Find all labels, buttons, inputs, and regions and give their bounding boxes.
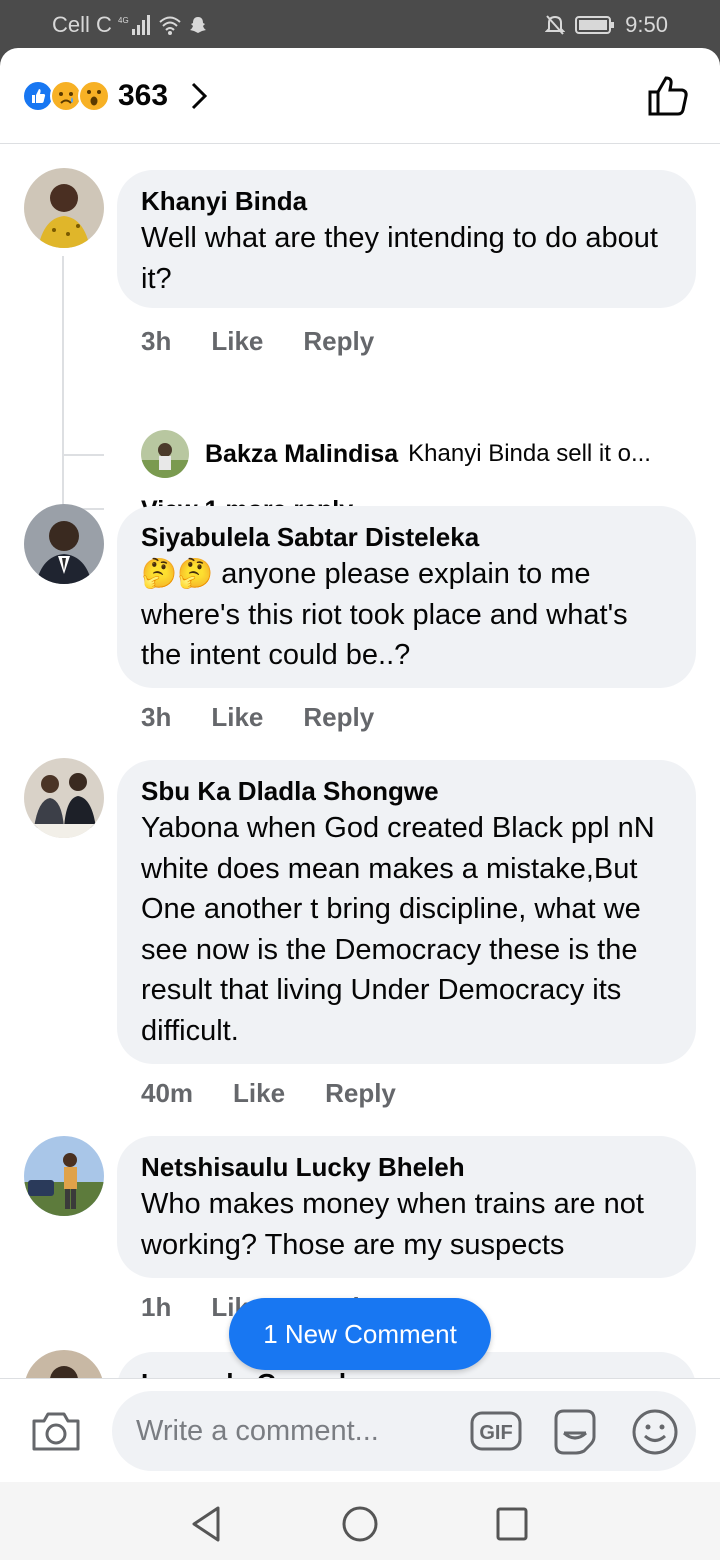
avatar[interactable] <box>141 430 189 478</box>
chevron-right-icon[interactable] <box>190 81 208 111</box>
svg-text:4G: 4G <box>118 16 129 25</box>
comment-time: 3h <box>141 702 172 732</box>
comments-sheet: 363 Khanyi Binda Well what are they inte… <box>0 48 720 1560</box>
like-comment-button[interactable]: Like <box>211 702 263 733</box>
reply-preview[interactable]: Bakza Malindisa Khanyi Binda sell it o..… <box>141 430 651 478</box>
comment-bubble[interactable]: Khanyi Binda Well what are they intendin… <box>117 170 696 308</box>
comment-time: 3h <box>141 326 172 356</box>
sticker-button[interactable] <box>550 1407 600 1462</box>
comment-input-container: GIF <box>112 1391 696 1471</box>
gif-button[interactable]: GIF <box>470 1409 522 1458</box>
comment-author[interactable]: Siyabulela Sabtar Disteleka <box>141 520 672 554</box>
like-comment-button[interactable]: Like <box>233 1078 285 1109</box>
recents-square-icon <box>496 1507 528 1541</box>
comment-text: Yabona when God created Black ppl nN whi… <box>141 812 655 1047</box>
like-post-button[interactable] <box>646 74 690 123</box>
mute-bell-icon <box>545 14 566 36</box>
like-comment-button[interactable]: Like <box>211 326 263 357</box>
smiley-icon <box>632 1409 678 1455</box>
snapchat-icon <box>188 15 208 35</box>
status-bar: Cell C 4G 9:50 <box>0 0 720 48</box>
comment-bubble[interactable]: Sbu Ka Dladla Shongwe Yabona when God cr… <box>117 760 696 1064</box>
comment-text: Who makes money when trains are not work… <box>141 1188 644 1261</box>
camera-button[interactable] <box>30 1409 82 1458</box>
avatar[interactable] <box>24 504 104 584</box>
comment-actions: 40m Like Reply <box>141 1078 396 1109</box>
emoji-button[interactable] <box>630 1407 680 1462</box>
reactions-summary[interactable]: 363 <box>22 78 208 114</box>
sticker-icon <box>554 1409 596 1455</box>
reply-comment-button[interactable]: Reply <box>303 326 374 357</box>
comment-text-body: anyone please explain to me where's this… <box>141 558 628 671</box>
thinking-face-emoji: 🤔🤔 <box>141 558 214 590</box>
wow-reaction-icon <box>78 80 110 112</box>
comment-author[interactable]: Netshisaulu Lucky Bheleh <box>141 1150 672 1184</box>
back-triangle-icon <box>192 1506 220 1542</box>
carrier-name: Cell C <box>52 12 112 37</box>
clock: 9:50 <box>625 12 668 37</box>
camera-icon <box>32 1412 80 1451</box>
comment-time: 40m <box>141 1078 194 1108</box>
reactions-header: 363 <box>0 48 720 144</box>
home-button[interactable] <box>340 1504 380 1549</box>
avatar[interactable] <box>24 168 104 248</box>
signal-icon: 4G <box>118 15 152 35</box>
avatar[interactable] <box>24 758 104 838</box>
reply-comment-button[interactable]: Reply <box>303 702 374 733</box>
reply-preview-text: Khanyi Binda sell it o... <box>408 440 651 467</box>
thread-line <box>62 256 64 510</box>
comment-actions: 3h Like Reply <box>141 702 374 733</box>
home-circle-icon <box>342 1506 378 1542</box>
gif-label: GIF <box>479 1422 512 1444</box>
comment-author[interactable]: Khanyi Binda <box>141 184 672 218</box>
comment-input[interactable] <box>136 1411 456 1451</box>
status-right: 9:50 <box>545 12 668 38</box>
comment-bubble[interactable]: Siyabulela Sabtar Disteleka 🤔🤔 anyone pl… <box>117 506 696 688</box>
comment-text: Well what are they intending to do about… <box>141 222 658 295</box>
reply-comment-button[interactable]: Reply <box>325 1078 396 1109</box>
comment-bubble[interactable]: Netshisaulu Lucky Bheleh Who makes money… <box>117 1136 696 1278</box>
comment-composer: GIF <box>0 1378 720 1482</box>
battery-icon <box>575 15 615 35</box>
reply-author[interactable]: Bakza Malindisa <box>205 440 398 469</box>
comment-text: 🤔🤔 anyone please explain to me where's t… <box>141 554 672 676</box>
reaction-count: 363 <box>118 79 169 112</box>
status-left: Cell C 4G <box>52 12 208 38</box>
back-button[interactable] <box>188 1504 224 1549</box>
system-nav-bar <box>0 1482 720 1560</box>
thumbs-up-icon <box>648 76 688 116</box>
comment-author[interactable]: Sbu Ka Dladla Shongwe <box>141 774 672 808</box>
new-comment-button[interactable]: 1 New Comment <box>229 1298 491 1370</box>
recents-button[interactable] <box>494 1504 530 1549</box>
wifi-icon <box>158 15 182 35</box>
thread-branch <box>62 454 104 456</box>
avatar[interactable] <box>24 1136 104 1216</box>
comment-time: 1h <box>141 1292 172 1322</box>
comment-actions: 3h Like Reply <box>141 326 374 357</box>
